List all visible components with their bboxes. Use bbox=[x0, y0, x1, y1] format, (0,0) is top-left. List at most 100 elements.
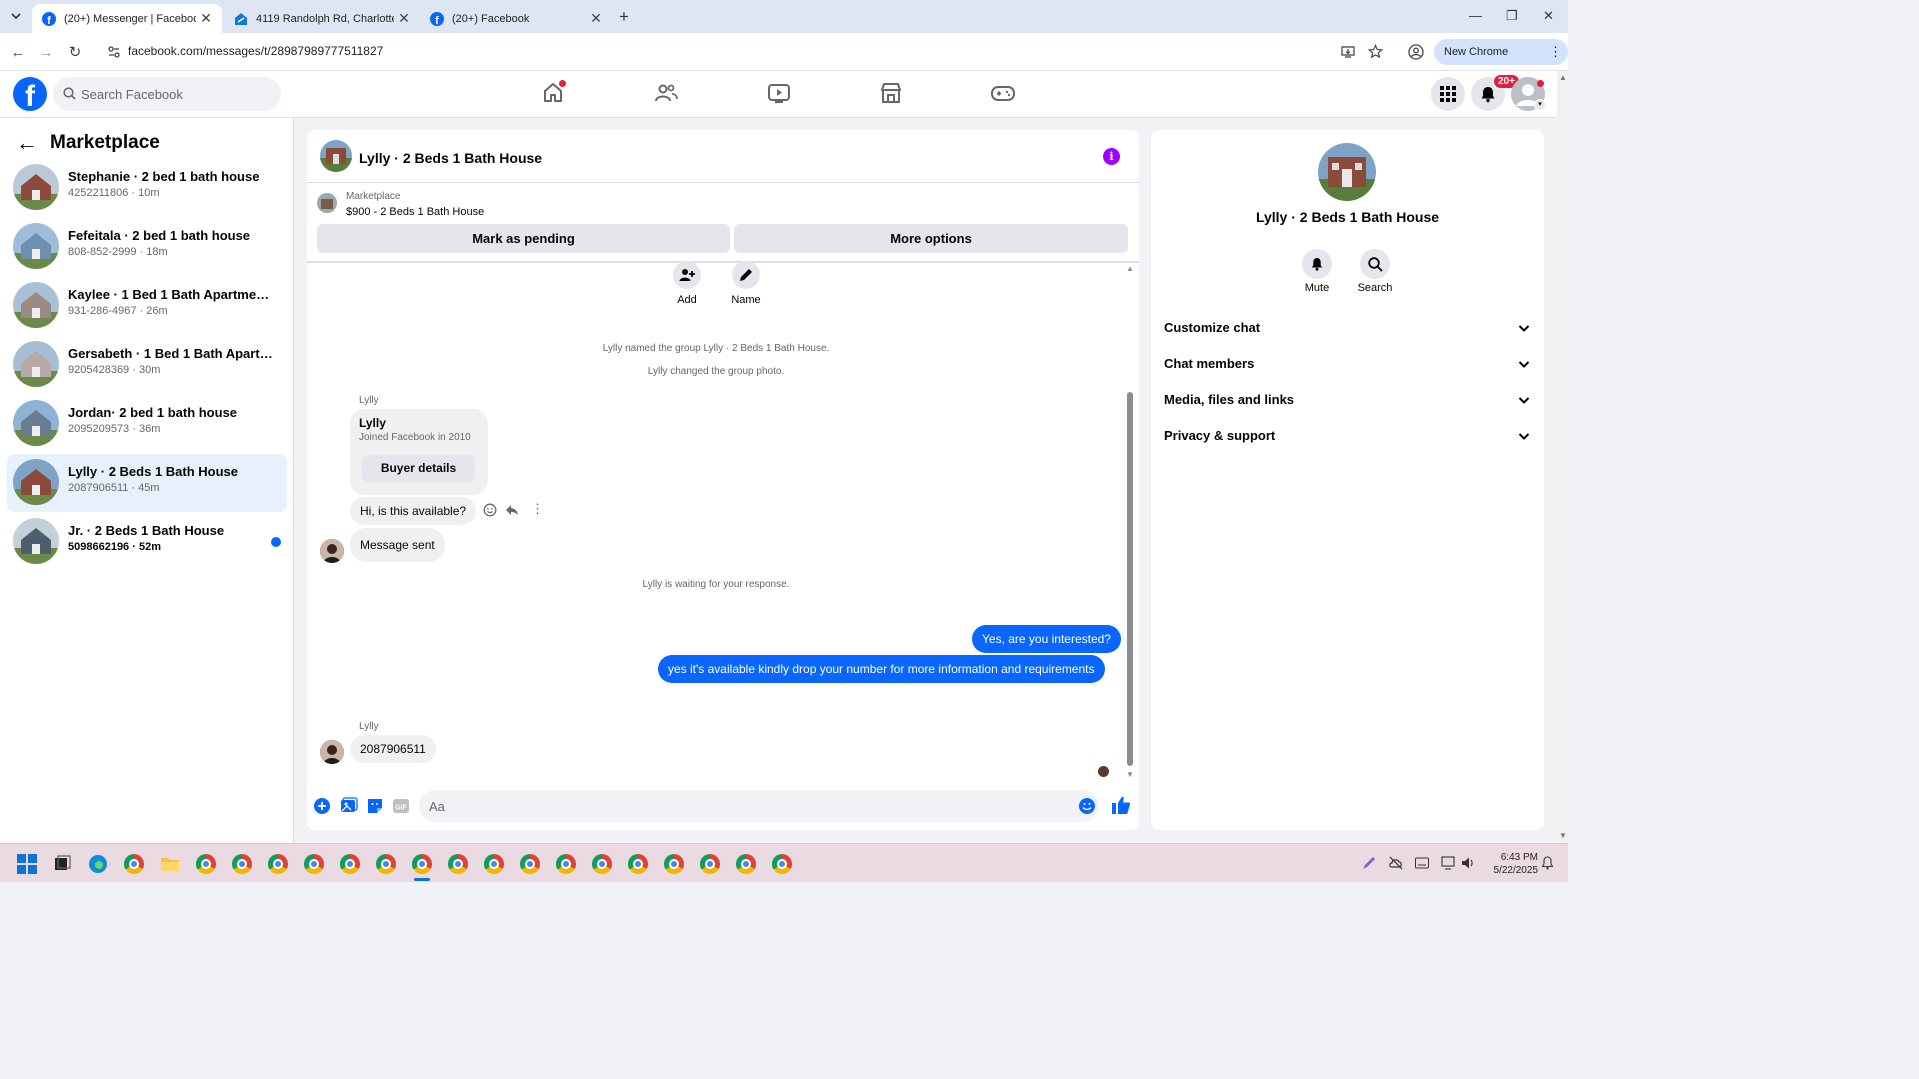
chrome-profile-icon[interactable] bbox=[196, 854, 216, 874]
address-bar[interactable]: facebook.com/messages/t/2898798977751182… bbox=[100, 38, 1390, 66]
chrome-profile-icon[interactable] bbox=[736, 854, 756, 874]
scroll-up-icon[interactable]: ▲ bbox=[1559, 73, 1567, 82]
gif-icon[interactable]: GIF bbox=[392, 797, 410, 815]
chat-scrollbar[interactable] bbox=[1127, 392, 1133, 766]
rename-button[interactable] bbox=[732, 261, 760, 289]
chrome-profile-icon[interactable] bbox=[556, 854, 576, 874]
watch-icon[interactable] bbox=[767, 81, 791, 105]
media-files-links-row[interactable]: Media, files and links bbox=[1164, 386, 1532, 414]
chrome-profile-icon[interactable] bbox=[376, 854, 396, 874]
volume-icon[interactable] bbox=[1461, 856, 1475, 870]
conversation-item[interactable]: Kaylee · 1 Bed 1 Bath Apartment/c... 931-… bbox=[7, 277, 287, 335]
chrome-icon[interactable] bbox=[124, 854, 144, 874]
sticker-icon[interactable] bbox=[366, 797, 384, 815]
close-window-icon[interactable]: ✕ bbox=[1543, 8, 1554, 24]
minimize-icon[interactable]: — bbox=[1469, 8, 1482, 23]
conversation-item[interactable]: Gersabeth · 1 Bed 1 Bath Apartmen... 9205… bbox=[7, 336, 287, 394]
conversation-item[interactable]: Lylly · 2 Beds 1 Bath House 2087906511 · … bbox=[7, 454, 287, 512]
site-info-icon[interactable] bbox=[108, 46, 120, 58]
chrome-profile-icon[interactable] bbox=[772, 854, 792, 874]
chrome-profile-icon-active[interactable] bbox=[412, 854, 432, 874]
chat-members-row[interactable]: Chat members bbox=[1164, 350, 1532, 378]
tab-facebook[interactable]: f (20+) Facebook ✕ bbox=[420, 4, 612, 33]
new-chrome-available-button[interactable]: New Chrome available ⋮ bbox=[1434, 39, 1568, 84]
outgoing-message[interactable]: Yes, are you interested? bbox=[972, 625, 1121, 653]
chrome-profile-icon[interactable] bbox=[232, 854, 252, 874]
incoming-message[interactable]: Hi, is this available? bbox=[350, 497, 477, 525]
group-photo[interactable] bbox=[1318, 143, 1376, 201]
search-input[interactable]: Search Facebook bbox=[53, 77, 281, 111]
chrome-profile-icon[interactable] bbox=[628, 854, 648, 874]
add-person-button[interactable] bbox=[673, 261, 701, 289]
more-actions-icon[interactable]: ⋮ bbox=[531, 501, 544, 517]
scroll-up-icon[interactable]: ▲ bbox=[1126, 264, 1134, 273]
install-app-icon[interactable] bbox=[1341, 45, 1355, 59]
file-explorer-icon[interactable] bbox=[160, 854, 180, 874]
chrome-profile-icon[interactable] bbox=[340, 854, 360, 874]
chrome-profile-icon[interactable] bbox=[268, 854, 288, 874]
kebab-menu-icon[interactable]: ⋮ bbox=[1549, 39, 1562, 65]
chrome-profile-icon[interactable] bbox=[664, 854, 684, 874]
page-scrollbar[interactable]: ▲ ▼ bbox=[1557, 71, 1568, 843]
chrome-profile-icon[interactable] bbox=[448, 854, 468, 874]
menu-grid-button[interactable] bbox=[1431, 77, 1465, 111]
onedrive-icon[interactable] bbox=[1389, 856, 1403, 870]
scroll-down-icon[interactable]: ▼ bbox=[1126, 770, 1134, 779]
chrome-profile-icon[interactable] bbox=[592, 854, 612, 874]
chrome-profile-icon[interactable] bbox=[520, 854, 540, 874]
back-icon[interactable]: ← bbox=[9, 43, 27, 61]
chrome-profile-icon[interactable] bbox=[304, 854, 324, 874]
profile-icon[interactable] bbox=[1408, 44, 1424, 60]
scroll-down-icon[interactable]: ▼ bbox=[1559, 831, 1567, 840]
edge-browser-icon[interactable] bbox=[88, 854, 108, 874]
conversation-item[interactable]: Jr. · 2 Beds 1 Bath House 5098662196 · 52… bbox=[7, 513, 287, 571]
mute-button[interactable] bbox=[1302, 249, 1332, 279]
gaming-icon[interactable] bbox=[991, 81, 1015, 105]
chat-avatar[interactable] bbox=[320, 140, 352, 172]
notification-center-icon[interactable] bbox=[1541, 856, 1554, 870]
outgoing-message[interactable]: yes it's available kindly drop your numb… bbox=[658, 655, 1105, 683]
tab-search-button[interactable] bbox=[6, 6, 26, 26]
emoji-icon[interactable] bbox=[1078, 797, 1096, 815]
tab-close-icon[interactable]: ✕ bbox=[586, 10, 606, 27]
more-options-button[interactable]: More options bbox=[734, 224, 1128, 253]
react-emoji-icon[interactable] bbox=[483, 503, 497, 517]
tab-close-icon[interactable]: ✕ bbox=[394, 10, 414, 27]
reload-icon[interactable]: ↻ bbox=[66, 43, 84, 61]
chrome-profile-icon[interactable] bbox=[484, 854, 504, 874]
facebook-logo[interactable]: f bbox=[13, 77, 47, 111]
customize-chat-row[interactable]: Customize chat bbox=[1164, 314, 1532, 342]
windows-start-icon[interactable] bbox=[17, 854, 37, 874]
photo-icon[interactable] bbox=[340, 797, 358, 815]
new-tab-button[interactable]: + bbox=[619, 7, 629, 27]
friends-icon[interactable] bbox=[654, 81, 678, 105]
conversation-item[interactable]: Jordan· 2 bed 1 bath house 2095209573 · 3… bbox=[7, 395, 287, 453]
task-view-icon[interactable] bbox=[52, 854, 72, 874]
conversation-item[interactable]: Stephanie · 2 bed 1 bath house 4252211806… bbox=[7, 159, 287, 217]
forward-icon[interactable]: → bbox=[37, 43, 55, 61]
marketplace-icon[interactable] bbox=[879, 81, 903, 105]
bookmark-star-icon[interactable] bbox=[1368, 44, 1383, 59]
chrome-profile-icon[interactable] bbox=[700, 854, 720, 874]
tab-zillow[interactable]: 4119 Randolph Rd, Charlotte, N ✕ bbox=[224, 4, 420, 33]
listing-title[interactable]: $900 - 2 Beds 1 Bath House bbox=[346, 206, 484, 218]
search-in-chat-button[interactable] bbox=[1360, 249, 1390, 279]
thumbs-up-icon[interactable] bbox=[1111, 795, 1131, 815]
tab-messenger[interactable]: f (20+) Messenger | Facebook ✕ bbox=[32, 4, 222, 33]
privacy-support-row[interactable]: Privacy & support bbox=[1164, 422, 1532, 450]
info-icon[interactable]: i bbox=[1103, 148, 1120, 165]
restore-icon[interactable]: ❐ bbox=[1506, 8, 1518, 24]
keyboard-icon[interactable] bbox=[1415, 857, 1429, 869]
message-input[interactable]: Aa bbox=[419, 790, 1099, 822]
system-clock[interactable]: 6:43 PM 5/22/2025 bbox=[1486, 851, 1539, 877]
incoming-message[interactable]: Message sent bbox=[350, 528, 445, 562]
reply-icon[interactable] bbox=[505, 503, 519, 517]
tab-close-icon[interactable]: ✕ bbox=[196, 10, 216, 27]
mark-as-pending-button[interactable]: Mark as pending bbox=[317, 224, 730, 253]
back-arrow-icon[interactable]: ← bbox=[16, 130, 38, 156]
incoming-message[interactable]: 2087906511 bbox=[350, 735, 436, 763]
network-icon[interactable] bbox=[1441, 856, 1455, 870]
conversation-item[interactable]: Fefeitala · 2 bed 1 bath house 808-852-29… bbox=[7, 218, 287, 276]
plus-circle-icon[interactable] bbox=[313, 797, 331, 815]
buyer-details-button[interactable]: Buyer details bbox=[362, 455, 475, 482]
